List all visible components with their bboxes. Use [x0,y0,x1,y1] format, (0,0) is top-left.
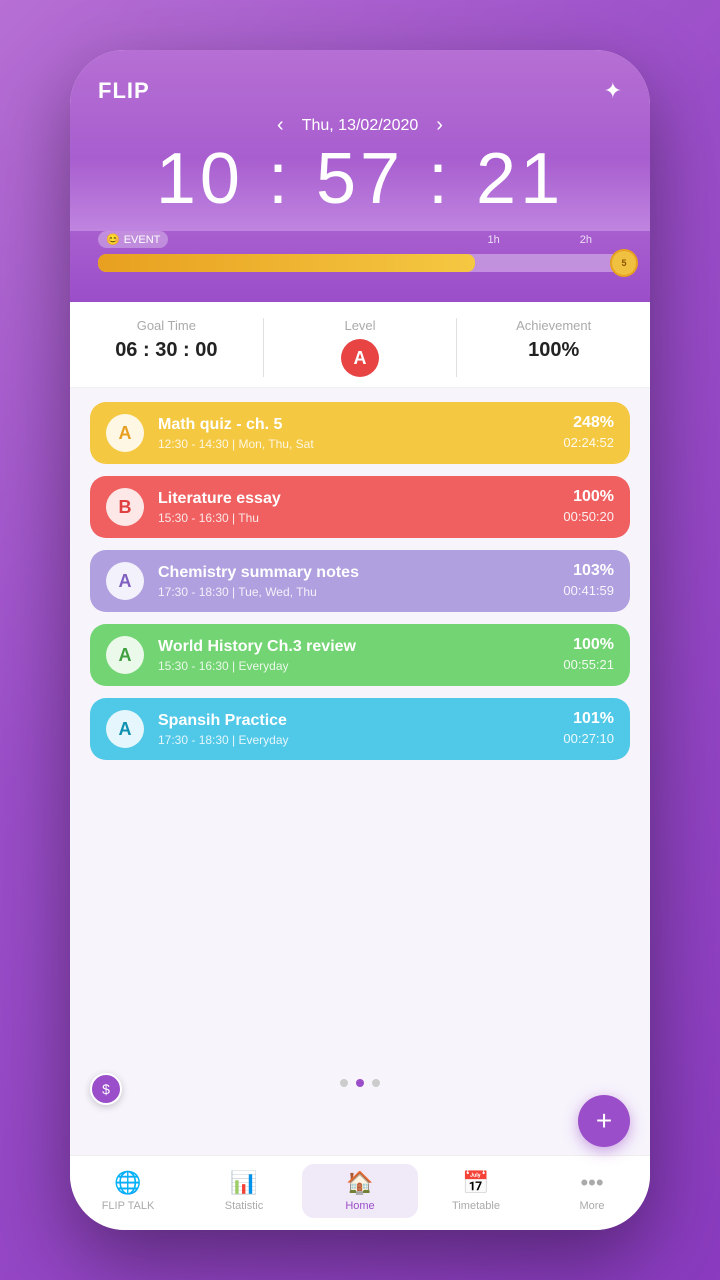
card-badge: A [106,710,144,748]
more-label: More [579,1200,604,1212]
card-stats: 103% 00:41:59 [563,562,614,600]
event-icon: 😊 [106,233,120,246]
nav-item-flip-talk[interactable]: 🌐 FLIP TALK [70,1164,186,1218]
progress-bar-fill [98,254,475,272]
progress-area: 😊 EVENT 1h 2h 5 [70,231,650,302]
timetable-icon: 📅 [462,1170,489,1196]
timetable-label: Timetable [452,1200,500,1212]
card-stats: 248% 02:24:52 [563,414,614,452]
card-title: Literature essay [158,490,549,508]
statistic-icon: 📊 [230,1170,257,1196]
pagination-dots [70,1071,650,1091]
home-icon: 🏠 [346,1170,373,1196]
task-card[interactable]: A Spansih Practice 17:30 - 18:30 | Every… [90,698,630,760]
pagination-dot[interactable] [340,1079,348,1087]
card-percent: 101% [563,710,614,728]
card-info: Spansih Practice 17:30 - 18:30 | Everyda… [158,712,549,747]
stats-row: Goal Time 06 : 30 : 00 Level A Achieveme… [70,302,650,388]
card-time: 00:50:20 [563,509,614,524]
phone-frame: FLIP ✦ ‹ Thu, 13/02/2020 › 10 : 57 : 21 … [70,50,650,1230]
achievement-stat: Achievement 100% [457,318,650,377]
nav-item-more[interactable]: ••• More [534,1164,650,1218]
home-label: Home [345,1200,374,1212]
task-card[interactable]: A World History Ch.3 review 15:30 - 16:3… [90,624,630,686]
card-schedule: 17:30 - 18:30 | Everyday [158,733,549,747]
card-schedule: 12:30 - 14:30 | Mon, Thu, Sat [158,437,549,451]
flip-talk-icon: 🌐 [114,1170,141,1196]
fab-area: $ + [70,1091,650,1155]
add-task-button[interactable]: + [578,1095,630,1147]
cards-area: A Math quiz - ch. 5 12:30 - 14:30 | Mon,… [70,388,650,1071]
card-stats: 100% 00:55:21 [563,636,614,674]
nav-item-statistic[interactable]: 📊 Statistic [186,1164,302,1218]
card-time: 02:24:52 [563,435,614,450]
date-navigation: ‹ Thu, 13/02/2020 › [98,114,622,137]
card-info: Chemistry summary notes 17:30 - 18:30 | … [158,564,549,599]
card-title: World History Ch.3 review [158,638,549,656]
card-percent: 100% [563,488,614,506]
header-top: FLIP ✦ [98,78,622,104]
coin-circle: $ [90,1073,122,1105]
coin-icon: $ [102,1081,110,1097]
pagination-dot[interactable] [372,1079,380,1087]
goal-time-label: Goal Time [70,318,263,333]
card-schedule: 17:30 - 18:30 | Tue, Wed, Thu [158,585,549,599]
bottom-nav: 🌐 FLIP TALK 📊 Statistic 🏠 Home 📅 Timetab… [70,1155,650,1230]
card-stats: 101% 00:27:10 [563,710,614,748]
progress-label-row: 😊 EVENT 1h 2h [98,231,622,248]
sparkle-icon[interactable]: ✦ [604,78,622,104]
card-info: Math quiz - ch. 5 12:30 - 14:30 | Mon, T… [158,416,549,451]
card-time: 00:55:21 [563,657,614,672]
achievement-value: 100% [457,339,650,362]
card-time: 00:41:59 [563,583,614,598]
level-stat: Level A [264,318,458,377]
progress-bar: 5 [98,254,622,272]
card-badge: B [106,488,144,526]
card-badge: A [106,562,144,600]
card-time: 00:27:10 [563,731,614,746]
next-date-button[interactable]: › [436,114,443,137]
event-badge: 😊 EVENT [98,231,168,248]
card-percent: 248% [563,414,614,432]
card-stats: 100% 00:50:20 [563,488,614,526]
card-title: Spansih Practice [158,712,549,730]
task-card[interactable]: B Literature essay 15:30 - 16:30 | Thu 1… [90,476,630,538]
card-title: Chemistry summary notes [158,564,549,582]
card-schedule: 15:30 - 16:30 | Everyday [158,659,549,673]
goal-time-value: 06 : 30 : 00 [70,339,263,362]
goal-time-stat: Goal Time 06 : 30 : 00 [70,318,264,377]
current-date: Thu, 13/02/2020 [302,117,419,135]
current-time: 10 : 57 : 21 [98,143,622,215]
app-title: FLIP [98,78,150,104]
prev-date-button[interactable]: ‹ [277,114,284,137]
nav-item-timetable[interactable]: 📅 Timetable [418,1164,534,1218]
coin-badge: 5 [610,249,638,277]
card-info: World History Ch.3 review 15:30 - 16:30 … [158,638,549,673]
level-label: Level [264,318,457,333]
pagination-dot[interactable] [356,1079,364,1087]
statistic-label: Statistic [225,1200,264,1212]
card-schedule: 15:30 - 16:30 | Thu [158,511,549,525]
task-card[interactable]: A Math quiz - ch. 5 12:30 - 14:30 | Mon,… [90,402,630,464]
marker-1h: 1h [488,234,500,246]
card-percent: 100% [563,636,614,654]
level-badge: A [341,339,379,377]
header-area: FLIP ✦ ‹ Thu, 13/02/2020 › 10 : 57 : 21 [70,50,650,231]
marker-2h: 2h [580,234,592,246]
flip-talk-label: FLIP TALK [102,1200,155,1212]
card-percent: 103% [563,562,614,580]
card-badge: A [106,414,144,452]
achievement-label: Achievement [457,318,650,333]
card-info: Literature essay 15:30 - 16:30 | Thu [158,490,549,525]
card-badge: A [106,636,144,674]
nav-item-home[interactable]: 🏠 Home [302,1164,418,1218]
more-icon: ••• [580,1170,603,1196]
card-title: Math quiz - ch. 5 [158,416,549,434]
task-card[interactable]: A Chemistry summary notes 17:30 - 18:30 … [90,550,630,612]
event-label: EVENT [124,234,161,246]
